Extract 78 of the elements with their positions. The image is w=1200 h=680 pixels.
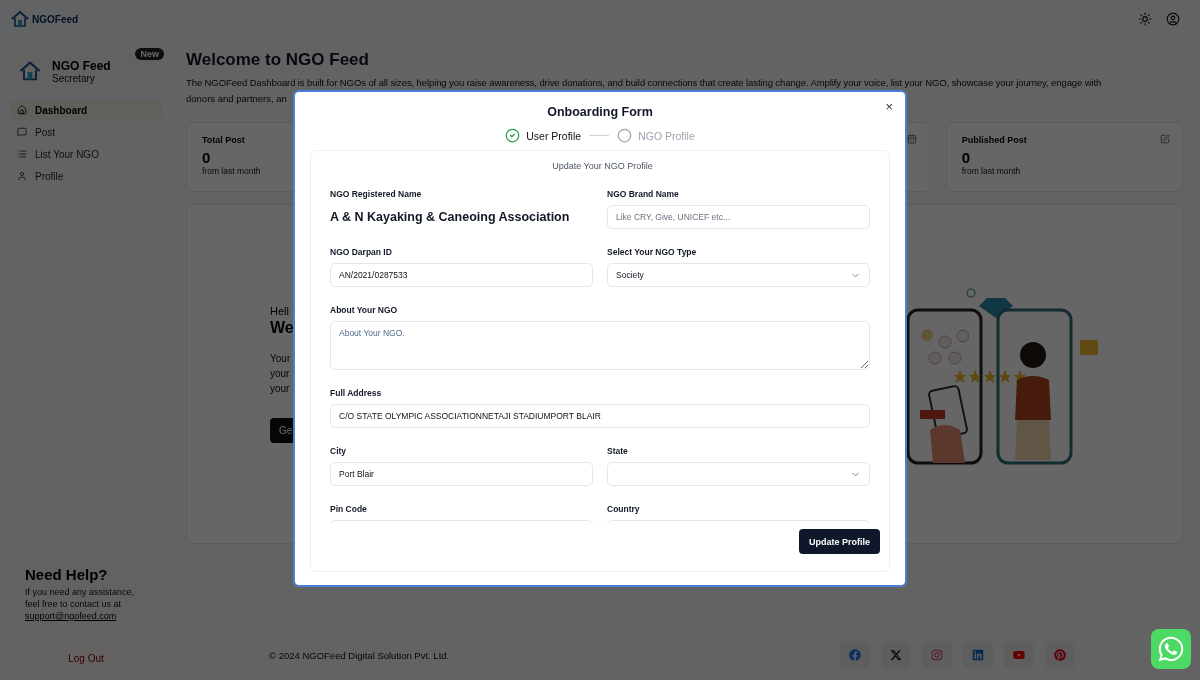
close-button[interactable]: × bbox=[882, 99, 896, 114]
stat-note: from last month bbox=[202, 166, 261, 176]
stat-value: 0 bbox=[202, 149, 211, 166]
select-field[interactable]: Society bbox=[607, 263, 870, 287]
field-label: Full Address bbox=[330, 387, 383, 400]
theme-sun-icon[interactable] bbox=[1138, 12, 1152, 26]
step-label: NGO Profile bbox=[617, 128, 695, 143]
instagram-icon bbox=[931, 649, 943, 661]
house-logo-icon bbox=[10, 9, 30, 29]
field-label: City bbox=[330, 445, 348, 458]
hero-text: your bbox=[270, 382, 290, 396]
registered-name-value: A & N Kayaking & Caneoing Association bbox=[330, 209, 571, 226]
pinterest-icon bbox=[1054, 649, 1066, 661]
social-link[interactable] bbox=[963, 641, 993, 669]
field-label: State bbox=[607, 445, 629, 458]
youtube-icon bbox=[1013, 649, 1025, 661]
nav-item[interactable]: Post bbox=[10, 122, 162, 142]
chat-icon bbox=[17, 127, 27, 137]
field-label: NGO Brand Name bbox=[607, 188, 680, 201]
empty-circle-icon bbox=[617, 128, 633, 143]
textarea-field[interactable]: About Your NGO. bbox=[330, 321, 870, 370]
user-icon bbox=[17, 171, 27, 181]
page-title: Welcome to NGO Feed bbox=[186, 50, 370, 70]
social-link[interactable] bbox=[881, 641, 911, 669]
stat-note: from last month bbox=[961, 166, 1021, 176]
stat-title: Published Post bbox=[961, 135, 1027, 145]
field-label: About Your NGO bbox=[330, 304, 399, 317]
field-label: NGO Darpan ID bbox=[330, 246, 393, 259]
input-field[interactable]: Like CRY, Give, UNICEF etc... bbox=[607, 205, 870, 229]
social-link[interactable] bbox=[1004, 641, 1034, 669]
check-circle-icon bbox=[505, 128, 521, 143]
calendar-icon bbox=[906, 134, 917, 144]
logout-button[interactable]: Log Out bbox=[10, 648, 162, 668]
hero-text: Your bbox=[270, 352, 291, 366]
user-account-icon[interactable] bbox=[1166, 12, 1180, 26]
nav-item[interactable]: Dashboard bbox=[10, 100, 162, 120]
copyright-text: © 2024 NGOFeed Digital Solution Pvt. Ltd. bbox=[269, 649, 450, 661]
field-label: Pin Code bbox=[330, 503, 368, 516]
nav-item[interactable]: Profile bbox=[10, 166, 162, 186]
help-title: Need Help? bbox=[25, 566, 109, 583]
edit-icon bbox=[1160, 134, 1170, 144]
get-started-button[interactable]: Ge bbox=[270, 418, 296, 443]
profile-name: NGO Feed bbox=[52, 58, 111, 73]
social-link[interactable] bbox=[840, 641, 870, 669]
social-link[interactable] bbox=[922, 641, 952, 669]
x-icon bbox=[890, 649, 902, 661]
input-field[interactable]: AN/2021/0287533 bbox=[330, 263, 593, 287]
hero-greeting: Hell bbox=[270, 305, 289, 317]
whatsapp-icon bbox=[1157, 635, 1185, 663]
new-badge: New bbox=[135, 48, 164, 60]
profile-role: Secretary bbox=[52, 72, 96, 84]
help-text: If you need any assistance, feel free to contact us at support@ngofeed.com bbox=[25, 586, 136, 622]
hero-heading: We bbox=[270, 319, 294, 337]
logo-text: NGOFeed bbox=[32, 13, 79, 25]
step-label: User Profile bbox=[505, 128, 582, 143]
hero-text: your bbox=[270, 367, 290, 381]
update-profile-button[interactable]: Update Profile bbox=[799, 529, 880, 554]
stat-value: 0 bbox=[961, 149, 971, 166]
whatsapp-button[interactable] bbox=[1151, 629, 1191, 669]
field-label: Select Your NGO Type bbox=[607, 246, 698, 259]
support-email-link[interactable]: support@ngofeed.com bbox=[25, 611, 117, 621]
house-logo-icon bbox=[18, 59, 42, 83]
dialog-title: Onboarding Form bbox=[547, 104, 653, 121]
facebook-icon bbox=[849, 649, 861, 661]
stat-title: Total Post bbox=[202, 135, 245, 145]
social-link[interactable] bbox=[1045, 641, 1075, 669]
field-label: NGO Registered Name bbox=[330, 188, 423, 201]
nav-item[interactable]: List Your NGO bbox=[10, 144, 162, 164]
home-icon bbox=[17, 105, 27, 115]
field-label: Country bbox=[607, 503, 641, 516]
input-field[interactable]: Port Blair bbox=[330, 462, 593, 486]
form-section-title: Update Your NGO Profile bbox=[551, 160, 654, 173]
intro-text: The NGOFeed Dashboard is built for NGOs of all sizes, helping you raise awareness, drive donations, and build connections that create lasting change. Amplify your voice, list your NGO, showcase your journey, engage with bbox=[186, 76, 1102, 90]
linkedin-icon bbox=[972, 649, 984, 661]
input-field[interactable]: C/O STATE OLYMPIC ASSOCIATIONNETAJI STADIUMPORT BLAIR bbox=[330, 404, 870, 428]
intro-text: donors and partners, an bbox=[186, 92, 287, 106]
list-icon bbox=[17, 149, 27, 159]
select-field[interactable] bbox=[607, 462, 870, 486]
